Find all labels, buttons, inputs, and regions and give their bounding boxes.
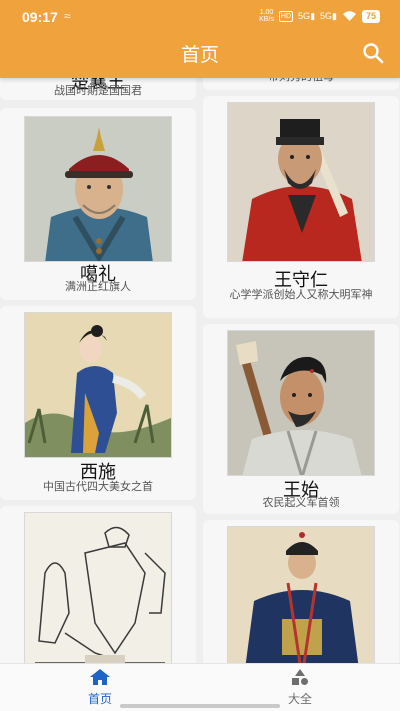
content-list[interactable]: 楚襄王 战国时期楚国国君 噶礼 满洲正红旗人 西施 中国古代四大美女之首 王守仁… (0, 0, 400, 663)
status-time: 09:17 (22, 9, 58, 25)
signal-5g-icon: 5G▮ (320, 10, 337, 21)
portrait-image (24, 312, 172, 458)
search-icon[interactable] (362, 42, 384, 64)
person-desc: 农民起义军首领 (262, 496, 340, 509)
person-desc: 满洲正红旗人 (65, 280, 131, 293)
gesture-home-bar[interactable] (120, 704, 280, 708)
nav-home-tab[interactable]: 首页 (40, 668, 160, 707)
signal-5g-icon: 5G▮ (298, 10, 316, 21)
person-card[interactable] (0, 506, 196, 663)
person-card[interactable]: 西施 中国古代四大美女之首 (0, 306, 196, 500)
status-indicators: 1.00 KB/s HD 5G▮ 5G▮ 75 (259, 9, 380, 23)
top-header: 09:17 ≈ 1.00 KB/s HD 5G▮ 5G▮ 75 首页 (0, 0, 400, 78)
person-desc: 心学学派创始人又称大明军神 (229, 288, 373, 301)
portrait-image (227, 102, 375, 262)
home-icon (90, 669, 110, 685)
person-card[interactable]: 王守仁 心学学派创始人又称大明军神 (203, 96, 399, 318)
battery-indicator: 75 (361, 9, 380, 23)
person-card[interactable]: 王始 农民起义军首领 (203, 324, 399, 514)
person-card[interactable] (203, 520, 399, 663)
notification-icon: ≈ (64, 9, 71, 23)
portrait-image (227, 330, 375, 476)
person-card[interactable]: 噶礼 满洲正红旗人 (0, 108, 196, 300)
wifi-icon (342, 11, 356, 21)
hd-badge: HD (278, 10, 294, 22)
portrait-image (24, 512, 172, 663)
portrait-image (227, 526, 375, 663)
status-bar: 09:17 ≈ 1.00 KB/s HD 5G▮ 5G▮ 75 (0, 0, 400, 34)
page-title: 首页 (180, 44, 219, 66)
person-desc: 战国时期楚国国君 (54, 84, 142, 97)
portrait-image (24, 116, 172, 262)
person-desc: 中国古代四大美女之首 (43, 480, 153, 493)
nav-all-tab[interactable]: 大全 (240, 668, 360, 707)
network-speed: 1.00 KB/s (259, 9, 274, 23)
category-icon (292, 669, 308, 685)
